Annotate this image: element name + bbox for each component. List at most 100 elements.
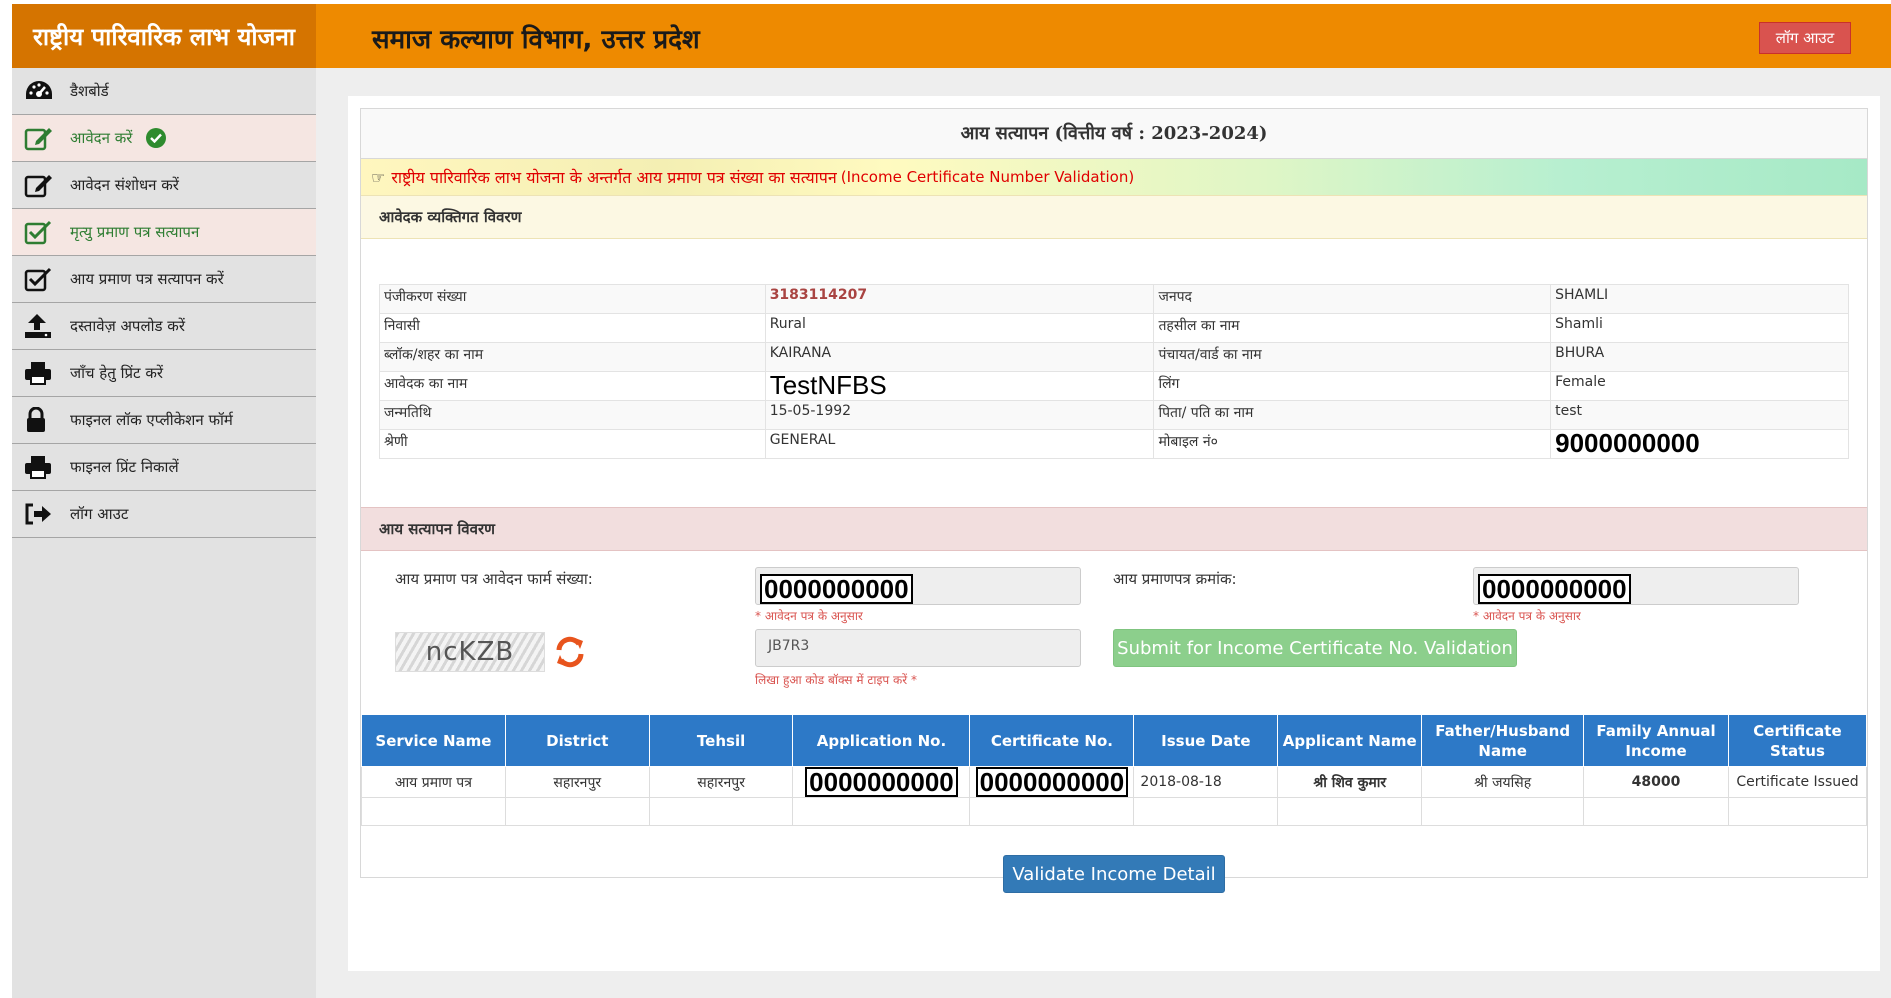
certificate-results-table: Service Name District Tehsil Application… (361, 714, 1868, 826)
captcha-hint: लिखा हुआ कोड बॉक्स में टाइप करें * (755, 673, 917, 687)
sidebar-item-label: आवेदन संशोधन करें (70, 176, 179, 194)
empty-cell (361, 797, 506, 826)
edit-icon (24, 125, 58, 151)
gender-value: Female (1550, 371, 1849, 401)
applicant-name-cell: श्री शिव कुमार (1277, 766, 1423, 798)
category-value: GENERAL (764, 429, 1155, 459)
sidebar-item-logout[interactable]: लॉग आउट (12, 491, 316, 538)
empty-cell (1277, 797, 1423, 826)
mobile-value-cell: 9000000000 (1550, 428, 1849, 459)
tehsil-value: Shamli (1550, 313, 1849, 343)
captcha-image: ncKZB (395, 632, 545, 672)
table-row: आवेदक का नाम TestNFBS लिंग Female (379, 371, 1849, 401)
form-number-label: आय प्रमाण पत्र आवेदन फार्म संख्या: (395, 570, 593, 588)
sidebar-item-print-check[interactable]: जाँच हेतु प्रिंट करें (12, 350, 316, 397)
column-header: District (504, 714, 650, 767)
table-row (361, 797, 1868, 826)
table-row: निवासी Rural तहसील का नाम Shamli (379, 313, 1849, 343)
district-cell: सहारनपुर (504, 766, 650, 798)
application-number: 0000000000 (805, 767, 958, 797)
column-header: Father/Husband Name (1421, 714, 1585, 767)
captcha-input[interactable]: JB7R3 (755, 629, 1081, 667)
column-header: Issue Date (1133, 714, 1279, 767)
info-label: जनपद (1153, 284, 1552, 314)
sidebar-item-label: आय प्रमाण पत्र सत्यापन करें (70, 270, 224, 288)
form-number-value: 0000000000 (760, 574, 913, 604)
refresh-captcha-icon[interactable] (551, 633, 589, 671)
submit-validation-button[interactable]: Submit for Income Certificate No. Valida… (1113, 629, 1517, 667)
issue-date-cell: 2018-08-18 (1133, 766, 1279, 798)
page-title: आय सत्यापन (वित्तीय वर्ष : 2023-2024) (361, 109, 1867, 159)
personal-details-heading: आवेदक व्यक्तिगत विवरण (361, 195, 1867, 239)
empty-cell (969, 797, 1135, 826)
info-label: लिंग (1153, 371, 1552, 401)
sidebar-item-label: फाइनल लॉक एप्लीकेशन फॉर्म (70, 411, 233, 429)
personal-details-table: पंजीकरण संख्या 3183114207 जनपद SHAMLI नि… (379, 284, 1849, 459)
empty-cell (504, 797, 650, 826)
dashboard-icon (24, 78, 58, 104)
logout-button[interactable]: लॉग आउट (1759, 22, 1851, 54)
brand-title: राष्ट्रीय पारिवारिक लाभ योजना (12, 4, 316, 68)
income-cell: 48000 (1583, 766, 1729, 798)
info-label: पिता/ पति का नाम (1153, 400, 1552, 430)
sidebar-item-dashboard[interactable]: डैशबोर्ड (12, 68, 316, 115)
check-circle-icon (146, 128, 167, 148)
column-header: Certificate Status (1727, 714, 1868, 767)
form-number-hint: * आवेदन पत्र के अनुसार (755, 609, 863, 623)
block-value: KAIRANA (764, 342, 1155, 372)
certificate-number-field[interactable]: 0000000000 (1473, 567, 1799, 605)
table-row: आय प्रमाण पत्र सहारनपुर सहारनपुर 0000000… (361, 766, 1868, 798)
info-label: ब्लॉक/शहर का नाम (379, 342, 766, 372)
validation-banner: ☞ राष्ट्रीय पारिवारिक लाभ योजना के अन्तर… (361, 159, 1867, 195)
info-label: तहसील का नाम (1153, 313, 1552, 343)
column-header: Application No. (792, 714, 971, 767)
edit-icon (24, 172, 58, 198)
department-title: समाज कल्याण विभाग, उत्तर प्रदेश (372, 25, 700, 55)
certificate-number-value: 0000000000 (1478, 574, 1631, 604)
sidebar-item-upload-documents[interactable]: दस्तावेज़ अपलोड करें (12, 303, 316, 350)
main-content: आय सत्यापन (वित्तीय वर्ष : 2023-2024) ☞ … (348, 96, 1880, 971)
hand-pointer-icon: ☞ (371, 167, 386, 187)
sidebar-item-label: फाइनल प्रिंट निकालें (70, 458, 179, 476)
district-value: SHAMLI (1550, 284, 1849, 314)
dob-value: 15-05-1992 (764, 400, 1155, 430)
column-header: Service Name (361, 714, 506, 767)
sidebar-item-label: डैशबोर्ड (70, 82, 109, 100)
info-label: आवेदक का नाम (379, 371, 766, 401)
info-label: जन्मतिथि (379, 400, 766, 430)
empty-cell (648, 797, 794, 826)
sidebar-item-label: जाँच हेतु प्रिंट करें (70, 364, 163, 382)
top-bar: समाज कल्याण विभाग, उत्तर प्रदेश लॉग आउट (316, 4, 1891, 68)
father-name-cell: श्री जयसिह (1421, 766, 1585, 798)
income-form-area: आय सत्यापन विवरण आय प्रमाण पत्र आवेदन फा… (361, 507, 1867, 687)
sidebar-item-modify-application[interactable]: आवेदन संशोधन करें (12, 162, 316, 209)
column-header: Family Annual Income (1583, 714, 1729, 767)
certificate-number-cell: 0000000000 (969, 766, 1135, 798)
sidebar-item-final-lock[interactable]: फाइनल लॉक एप्लीकेशन फॉर्म (12, 397, 316, 444)
father-name-value: test (1550, 400, 1849, 430)
form-number-field[interactable]: 0000000000 (755, 567, 1081, 605)
empty-cell (1421, 797, 1585, 826)
checkbox-icon (24, 266, 58, 292)
upload-icon (24, 313, 58, 339)
sidebar: डैशबोर्ड आवेदन करें आवेदन संशोधन करें मृ… (12, 68, 316, 998)
table-row: ब्लॉक/शहर का नाम KAIRANA पंचायत/वार्ड का… (379, 342, 1849, 372)
mobile-number: 9000000000 (1555, 428, 1700, 458)
sidebar-item-death-certificate[interactable]: मृत्यु प्रमाण पत्र सत्यापन (12, 209, 316, 256)
sidebar-item-label: आवेदन करें (70, 129, 133, 147)
validate-income-button[interactable]: Validate Income Detail (1003, 855, 1225, 893)
lock-icon (24, 407, 58, 433)
sidebar-item-apply[interactable]: आवेदन करें (12, 115, 316, 162)
info-label: पंचायत/वार्ड का नाम (1153, 342, 1552, 372)
column-header: Applicant Name (1277, 714, 1423, 767)
sidebar-item-final-print[interactable]: फाइनल प्रिंट निकालें (12, 444, 316, 491)
info-label: मोबाइल नं० (1153, 429, 1552, 459)
print-icon (24, 454, 58, 480)
sidebar-item-income-certificate[interactable]: आय प्रमाण पत्र सत्यापन करें (12, 256, 316, 303)
resident-value: Rural (764, 313, 1155, 343)
banner-text-hindi: राष्ट्रीय पारिवारिक लाभ योजना के अन्तर्ग… (391, 168, 837, 187)
sign-out-icon (24, 501, 58, 527)
banner-text-english: (Income Certificate Number Validation) (840, 168, 1135, 186)
info-label: निवासी (379, 313, 766, 343)
sidebar-item-label: लॉग आउट (70, 505, 129, 523)
